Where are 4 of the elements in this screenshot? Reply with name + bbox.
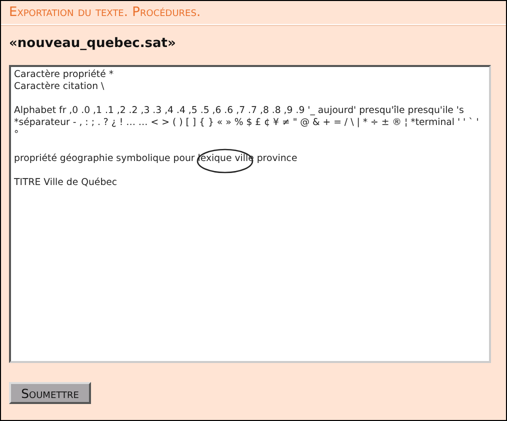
file-name: «nouveau_quebec.sat» [9, 36, 177, 51]
page-header: Exportation du texte. Procédures. [1, 1, 506, 25]
annotation-ellipse [196, 148, 254, 174]
submit-button[interactable]: Soumettre [9, 382, 91, 404]
